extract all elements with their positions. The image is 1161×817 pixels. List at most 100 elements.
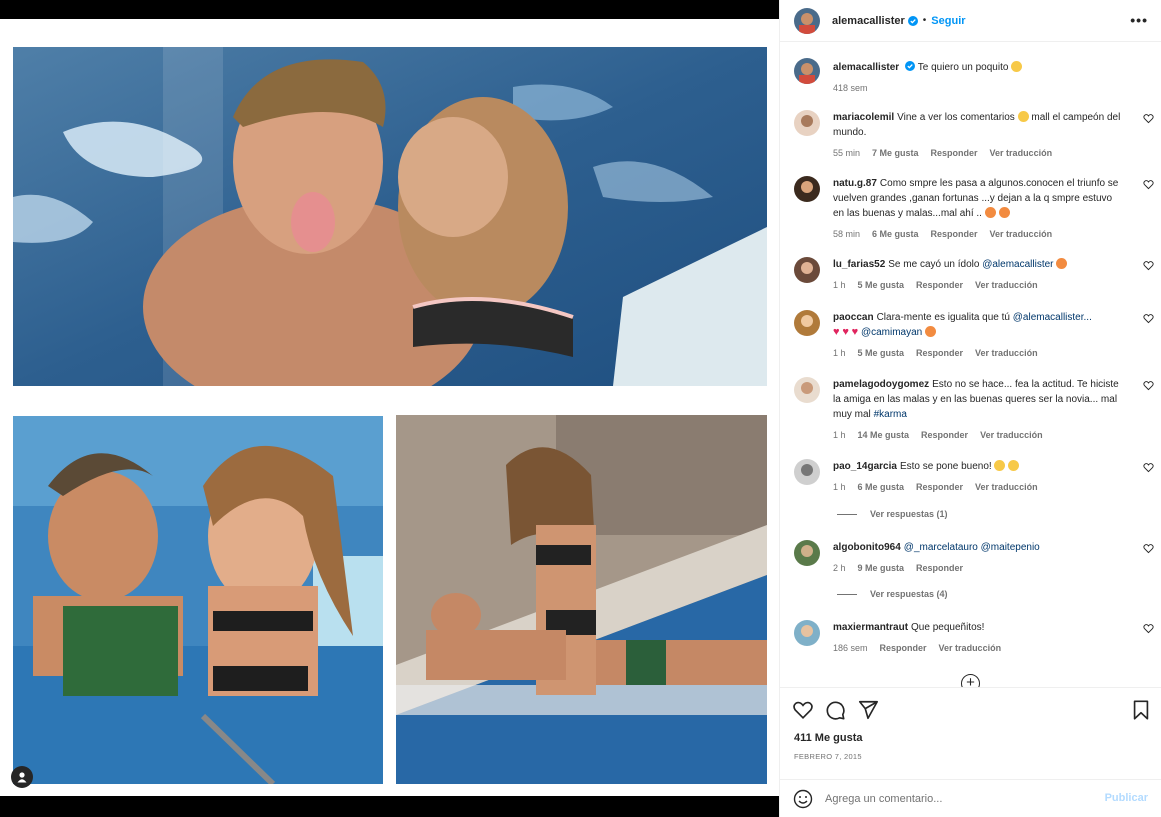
comment-time: 55 min bbox=[833, 148, 861, 158]
likes-count[interactable]: 411 Me gusta bbox=[794, 732, 862, 744]
see-translation-button[interactable]: Ver traducción bbox=[980, 428, 1043, 443]
photo-collage bbox=[0, 19, 779, 796]
bookmark-icon[interactable] bbox=[1130, 699, 1152, 721]
comment-username[interactable]: algobonito964 bbox=[833, 542, 901, 553]
comment-likes[interactable]: 14 Me gusta bbox=[858, 428, 910, 443]
reply-button[interactable]: Responder bbox=[916, 480, 963, 495]
share-icon[interactable] bbox=[857, 699, 879, 721]
post-actions: 411 Me gusta FEBRERO 7, 2015 bbox=[780, 687, 1161, 775]
comment-like-heart-icon[interactable] bbox=[1143, 623, 1154, 634]
comment-mention[interactable]: @camimayan bbox=[861, 327, 922, 338]
tagged-users-button[interactable] bbox=[11, 766, 33, 788]
reply-button[interactable]: Responder bbox=[916, 346, 963, 361]
comment-time: 2 h bbox=[833, 563, 846, 573]
grinning-emoji-icon bbox=[994, 460, 1006, 471]
replies-divider bbox=[837, 593, 857, 595]
comment-mention[interactable]: @_marcelatauro bbox=[904, 542, 978, 553]
caption-username[interactable]: alemacallister bbox=[833, 62, 899, 73]
comment-like-heart-icon[interactable] bbox=[1143, 380, 1154, 391]
comment-like-heart-icon[interactable] bbox=[1143, 179, 1154, 190]
see-translation-button[interactable]: Ver traducción bbox=[990, 227, 1053, 242]
sad-emoji-icon bbox=[1056, 258, 1068, 269]
reply-button[interactable]: Responder bbox=[931, 146, 978, 161]
collage-photo-bottom-right bbox=[396, 415, 767, 784]
comment-likes[interactable]: 5 Me gusta bbox=[858, 278, 905, 293]
add-comment-bar: Publicar bbox=[780, 779, 1161, 817]
publish-button[interactable]: Publicar bbox=[1105, 792, 1148, 804]
comment-likes[interactable]: 9 Me gusta bbox=[858, 561, 905, 576]
commenter-avatar[interactable] bbox=[794, 310, 820, 336]
comment-like-heart-icon[interactable] bbox=[1143, 543, 1154, 554]
profile-avatar-icon bbox=[794, 110, 820, 136]
comment-username[interactable]: pamelagodoygomez bbox=[833, 379, 929, 390]
commenter-avatar[interactable] bbox=[794, 459, 820, 485]
reply-button[interactable]: Responder bbox=[921, 428, 968, 443]
comment-time: 186 sem bbox=[833, 643, 868, 653]
comment-likes[interactable]: 7 Me gusta bbox=[872, 146, 919, 161]
verified-badge-icon bbox=[905, 61, 916, 71]
see-translation-button[interactable]: Ver traducción bbox=[975, 278, 1038, 293]
comment-icon[interactable] bbox=[824, 699, 846, 721]
heart-eyes-emoji-icon bbox=[1011, 61, 1023, 72]
comment-mention[interactable]: @maitepenio bbox=[981, 542, 1040, 553]
comment-username[interactable]: mariacolemil bbox=[833, 112, 894, 123]
comment-text: Clara-mente es igualita que tú bbox=[876, 312, 1010, 323]
sad-emoji-icon bbox=[984, 207, 996, 218]
post-date: FEBRERO 7, 2015 bbox=[794, 752, 862, 761]
author-username[interactable]: alemacallister bbox=[832, 15, 905, 27]
grinning-emoji-icon bbox=[1017, 111, 1029, 122]
comment-like-heart-icon[interactable] bbox=[1143, 113, 1154, 124]
comment-time: 58 min bbox=[833, 229, 861, 239]
reply-button[interactable]: Responder bbox=[931, 227, 978, 242]
load-more-comments-icon[interactable]: + bbox=[961, 674, 980, 687]
reply-button[interactable]: Responder bbox=[916, 278, 963, 293]
comment-likes[interactable]: 6 Me gusta bbox=[858, 480, 905, 495]
see-translation-button[interactable]: Ver traducción bbox=[975, 346, 1038, 361]
reply-button[interactable]: Responder bbox=[916, 561, 963, 576]
commenter-avatar[interactable] bbox=[794, 377, 820, 403]
verified-badge-icon bbox=[907, 15, 918, 26]
comment-likes[interactable]: 6 Me gusta bbox=[872, 227, 919, 242]
see-translation-button[interactable]: Ver traducción bbox=[939, 641, 1002, 656]
caption-avatar[interactable] bbox=[794, 58, 820, 84]
see-translation-button[interactable]: Ver traducción bbox=[990, 146, 1053, 161]
comment-username[interactable]: pao_14garcia bbox=[833, 461, 897, 472]
follow-button[interactable]: Seguir bbox=[931, 15, 965, 27]
commenter-avatar[interactable] bbox=[794, 110, 820, 136]
comment-time: 1 h bbox=[833, 482, 846, 492]
comment-input[interactable] bbox=[825, 790, 1085, 808]
comment-username[interactable]: lu_farias52 bbox=[833, 259, 885, 270]
comment-mention[interactable]: @alemacallister bbox=[982, 259, 1053, 270]
comment-like-heart-icon[interactable] bbox=[1143, 313, 1154, 324]
profile-avatar-icon bbox=[794, 540, 820, 566]
comment-username[interactable]: maxiermantraut bbox=[833, 622, 908, 633]
view-replies-button[interactable]: Ver respuestas (4) bbox=[837, 589, 948, 599]
heart-eyes-emoji-icon bbox=[1008, 460, 1020, 471]
view-replies-label: Ver respuestas (4) bbox=[870, 589, 948, 599]
post-side-panel: alemacallister • Seguir ••• alemacallist… bbox=[779, 0, 1161, 817]
see-translation-button[interactable]: Ver traducción bbox=[975, 480, 1038, 495]
commenter-avatar[interactable] bbox=[794, 540, 820, 566]
comment-username[interactable]: natu.g.87 bbox=[833, 178, 877, 189]
emoji-picker-icon[interactable] bbox=[793, 789, 813, 809]
commenter-avatar[interactable] bbox=[794, 257, 820, 283]
reply-button[interactable]: Responder bbox=[880, 641, 927, 656]
red-heart-icon: ♥ bbox=[833, 326, 840, 338]
comment-like-heart-icon[interactable] bbox=[1143, 260, 1154, 271]
comment-likes[interactable]: 5 Me gusta bbox=[858, 346, 905, 361]
comment-hashtag[interactable]: #karma bbox=[874, 409, 907, 420]
comment-text: Se me cayó un ídolo bbox=[888, 259, 980, 270]
author-avatar[interactable] bbox=[794, 7, 820, 34]
heart-icon[interactable] bbox=[792, 699, 814, 721]
profile-avatar-icon bbox=[794, 377, 820, 403]
header-separator: • bbox=[922, 15, 927, 26]
comment-mention[interactable]: @alemacallister... bbox=[1013, 312, 1092, 323]
comment-text: Vine a ver los comentarios bbox=[897, 112, 1015, 123]
collage-photo-bottom-left bbox=[13, 416, 383, 784]
commenter-avatar[interactable] bbox=[794, 620, 820, 646]
comment-like-heart-icon[interactable] bbox=[1143, 462, 1154, 473]
more-options-button[interactable]: ••• bbox=[1130, 12, 1148, 28]
commenter-avatar[interactable] bbox=[794, 176, 820, 202]
view-replies-button[interactable]: Ver respuestas (1) bbox=[837, 509, 948, 519]
comment-username[interactable]: paoccan bbox=[833, 312, 874, 323]
